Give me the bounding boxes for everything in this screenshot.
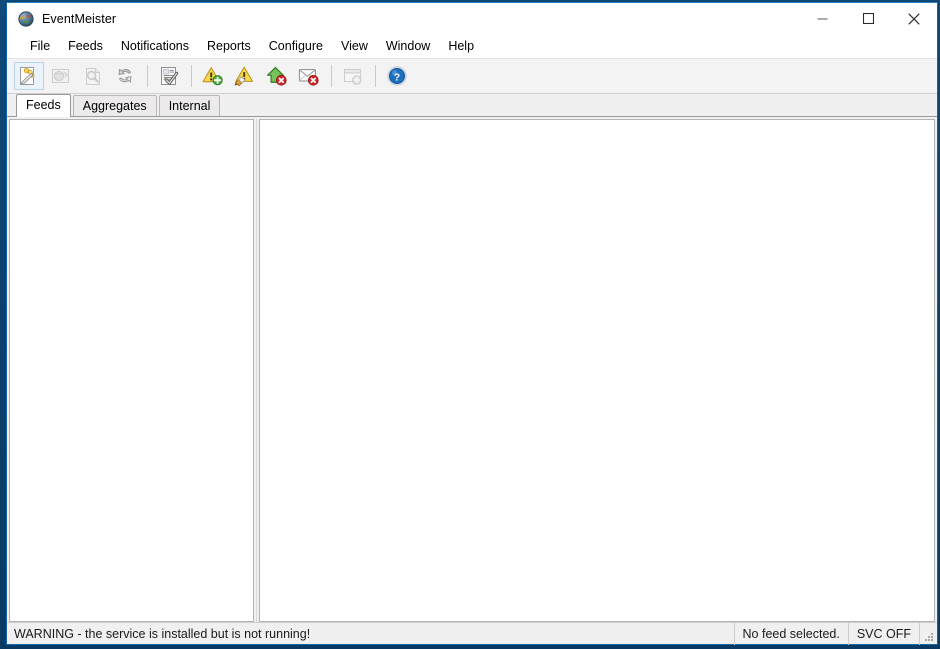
toolbar-acknowledge-button[interactable] <box>154 62 184 90</box>
toolbar-separator <box>375 65 376 87</box>
minimize-icon <box>817 18 827 20</box>
toolbar-view-feed-button[interactable] <box>78 62 108 90</box>
menu-item-configure[interactable]: Configure <box>260 36 332 57</box>
toolbar-separator <box>331 65 332 87</box>
toolbar-new-feed-button[interactable] <box>14 62 44 90</box>
menu-item-file[interactable]: File <box>21 36 59 57</box>
toolbar-delete-feed-button[interactable] <box>262 62 292 90</box>
application-window: EventMeister File Feeds Notifications Re… <box>6 2 938 645</box>
new-feed-wand-icon <box>20 67 35 85</box>
feed-detail-panel[interactable] <box>259 119 935 622</box>
toolbar-separator <box>147 65 148 87</box>
app-globe-icon <box>18 10 34 27</box>
warning-add-icon <box>202 67 223 86</box>
content-area <box>7 117 937 622</box>
toolbar-edit-notification-button[interactable] <box>230 62 260 90</box>
status-service-state: SVC OFF <box>847 622 919 645</box>
toolbar-help-button[interactable]: ? <box>382 62 412 90</box>
menu-item-notifications[interactable]: Notifications <box>112 36 198 57</box>
minimize-button[interactable] <box>799 3 845 34</box>
tab-feeds[interactable]: Feeds <box>16 94 71 117</box>
maximize-icon <box>862 13 874 24</box>
toolbar-new-window-button[interactable] <box>338 62 368 90</box>
svg-text:?: ? <box>394 71 400 83</box>
tab-strip: Feeds Aggregates Internal <box>7 94 937 117</box>
resize-grip-icon[interactable] <box>919 622 937 645</box>
menu-item-help[interactable]: Help <box>439 36 483 57</box>
view-feed-icon <box>86 68 100 85</box>
splitter-grip <box>256 119 257 622</box>
status-selection: No feed selected. <box>733 622 848 645</box>
window-controls <box>799 3 937 34</box>
toolbar-separator <box>191 65 192 87</box>
menu-item-view[interactable]: View <box>332 36 377 57</box>
status-warning-message: WARNING - the service is installed but i… <box>14 626 311 641</box>
refresh-icon <box>118 68 132 83</box>
document-check-icon <box>161 67 179 85</box>
mail-delete-icon <box>298 69 319 86</box>
feed-list-panel[interactable] <box>9 119 254 622</box>
status-bar: WARNING - the service is installed but i… <box>7 622 937 645</box>
tab-internal[interactable]: Internal <box>158 95 221 116</box>
toolbar-delete-mail-button[interactable] <box>294 62 324 90</box>
warning-edit-icon <box>234 66 254 87</box>
menu-item-reports[interactable]: Reports <box>198 36 260 57</box>
close-button[interactable] <box>891 3 937 34</box>
toolbar-add-notification-button[interactable] <box>198 62 228 90</box>
close-icon <box>908 12 920 25</box>
menu-item-feeds[interactable]: Feeds <box>59 36 112 57</box>
title-bar: EventMeister <box>7 3 937 34</box>
window-title: EventMeister <box>42 11 117 26</box>
toolbar-edit-feed-button[interactable] <box>46 62 76 90</box>
menu-bar: File Feeds Notifications Reports Configu… <box>7 34 937 59</box>
help-icon: ? <box>387 66 407 86</box>
maximize-button[interactable] <box>845 3 891 34</box>
home-delete-icon <box>266 66 287 86</box>
toolbar: ? <box>7 59 937 94</box>
toolbar-refresh-button[interactable] <box>110 62 140 90</box>
window-add-icon <box>344 69 362 85</box>
tab-aggregates[interactable]: Aggregates <box>72 95 157 116</box>
resize-grip-glyph <box>925 632 933 641</box>
menu-item-window[interactable]: Window <box>377 36 439 57</box>
edit-feed-icon <box>52 69 69 83</box>
